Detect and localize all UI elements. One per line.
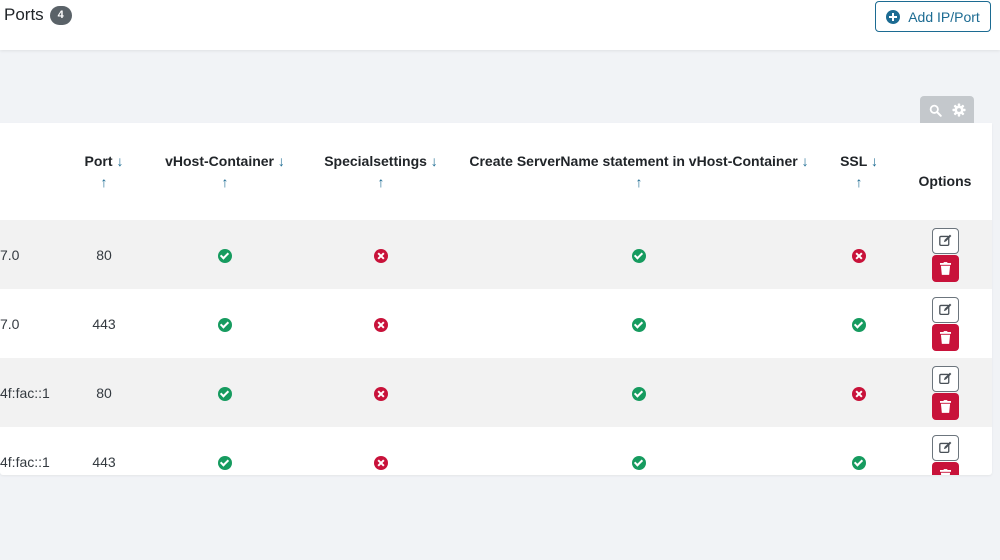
- address-cell: 4f:fac::1: [0, 358, 62, 427]
- ports-table: Port ↓ ↑ vHost-Container ↓ ↑ Specialsettin…: [0, 123, 992, 475]
- table-row: 4f:fac::1 443: [0, 427, 992, 475]
- column-header-options: Options: [918, 173, 972, 189]
- edit-icon: [938, 303, 951, 316]
- sort-desc-icon[interactable]: ↓: [431, 153, 438, 169]
- check-circle-icon: [852, 455, 866, 470]
- table-tools: [920, 96, 974, 124]
- address-cell: 4f:fac::1: [0, 453, 50, 470]
- edit-button[interactable]: [931, 365, 959, 392]
- trash-icon: [939, 468, 951, 475]
- delete-button[interactable]: [931, 392, 959, 420]
- top-bar: Ports 4 Add IP/Port: [0, 0, 1000, 50]
- edit-icon: [938, 441, 951, 454]
- column-header-create-servername[interactable]: Create ServerName statement in vHost-Con…: [458, 123, 820, 220]
- delete-button[interactable]: [931, 461, 959, 475]
- count-badge: 4: [49, 5, 72, 25]
- check-circle-icon: [218, 386, 232, 401]
- check-circle-icon: [218, 317, 232, 332]
- port-cell: 443: [92, 315, 116, 332]
- sort-desc-icon[interactable]: ↓: [278, 153, 285, 169]
- page-title: Ports 4: [4, 5, 72, 25]
- times-circle-icon: [374, 248, 388, 263]
- edit-button[interactable]: [931, 227, 959, 254]
- ports-table-card: Port ↓ ↑ vHost-Container ↓ ↑ Specialsettin…: [0, 123, 992, 475]
- times-circle-icon: [852, 248, 866, 263]
- table-header-row: Port ↓ ↑ vHost-Container ↓ ↑ Specialsettin…: [0, 123, 992, 220]
- plus-circle-icon: [886, 9, 901, 24]
- sort-desc-icon[interactable]: ↓: [802, 153, 809, 169]
- check-circle-icon: [218, 455, 232, 470]
- trash-icon: [939, 330, 951, 344]
- times-circle-icon: [374, 455, 388, 470]
- times-circle-icon: [852, 386, 866, 401]
- port-cell: 80: [62, 358, 146, 427]
- column-header-address: [0, 123, 62, 220]
- check-circle-icon: [632, 386, 646, 401]
- times-circle-icon: [374, 386, 388, 401]
- column-header-specialsettings[interactable]: Specialsettings ↓ ↑: [304, 123, 458, 220]
- trash-icon: [939, 261, 951, 275]
- check-circle-icon: [632, 248, 646, 263]
- trash-icon: [939, 399, 951, 413]
- edit-icon: [938, 372, 951, 385]
- table-row: 7.0 80: [0, 220, 992, 289]
- table-row: 7.0 443: [0, 289, 992, 358]
- port-cell: 443: [92, 453, 116, 470]
- delete-button[interactable]: [931, 254, 959, 282]
- address-cell: 7.0: [0, 315, 20, 332]
- edit-button[interactable]: [931, 296, 959, 323]
- address-cell: 7.0: [0, 220, 62, 289]
- check-circle-icon: [852, 317, 866, 332]
- sort-asc-icon[interactable]: ↑: [378, 174, 385, 190]
- check-circle-icon: [218, 248, 232, 263]
- times-circle-icon: [374, 317, 388, 332]
- edit-icon: [938, 234, 951, 247]
- add-ip-port-label: Add IP/Port: [908, 8, 980, 25]
- delete-button[interactable]: [931, 323, 959, 351]
- sort-asc-icon[interactable]: ↑: [856, 174, 863, 190]
- table-row: 4f:fac::1 80: [0, 358, 992, 427]
- sort-asc-icon[interactable]: ↑: [222, 174, 229, 190]
- sort-asc-icon[interactable]: ↑: [636, 174, 643, 190]
- gear-icon[interactable]: [951, 103, 966, 117]
- sort-desc-icon[interactable]: ↓: [871, 153, 878, 169]
- port-cell: 80: [62, 220, 146, 289]
- page-title-text: Ports: [4, 5, 44, 24]
- edit-button[interactable]: [931, 434, 959, 461]
- column-header-ssl[interactable]: SSL ↓ ↑: [820, 123, 898, 220]
- sort-asc-icon[interactable]: ↑: [101, 174, 108, 190]
- search-icon[interactable]: [929, 104, 942, 117]
- sort-desc-icon[interactable]: ↓: [116, 153, 123, 169]
- column-header-port[interactable]: Port ↓ ↑: [62, 123, 146, 220]
- check-circle-icon: [632, 317, 646, 332]
- add-ip-port-button[interactable]: Add IP/Port: [875, 1, 991, 32]
- column-header-vhost-container[interactable]: vHost-Container ↓ ↑: [146, 123, 304, 220]
- check-circle-icon: [632, 455, 646, 470]
